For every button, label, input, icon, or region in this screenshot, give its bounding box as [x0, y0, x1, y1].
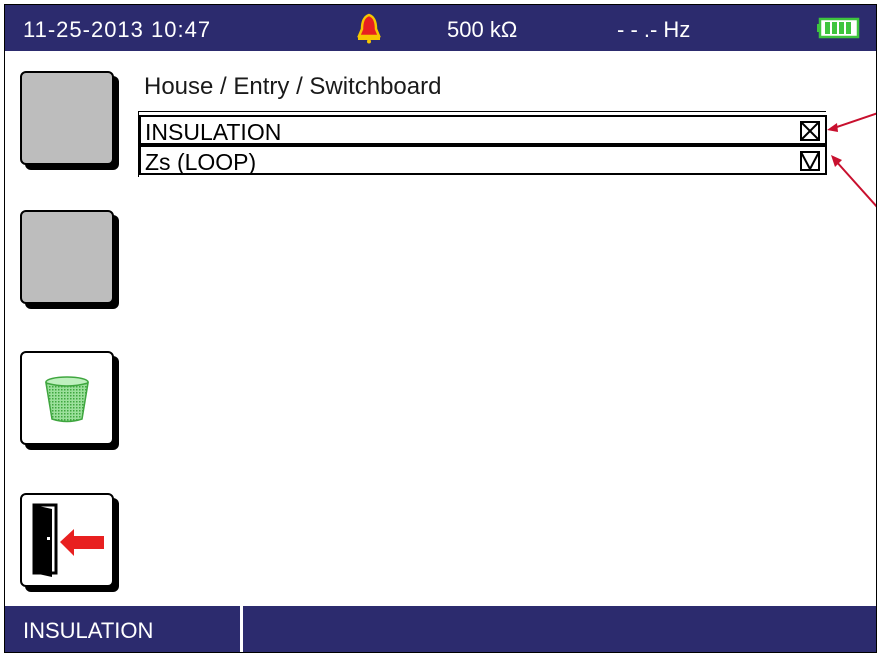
test-row-insulation[interactable]: INSULATION: [139, 115, 827, 145]
test-label: INSULATION: [145, 119, 282, 145]
alarm-bell-icon: [353, 12, 385, 50]
test-label: Zs (LOOP): [145, 149, 257, 175]
voltage-readout: 500 kΩ: [447, 17, 518, 42]
frequency-readout: - - .- Hz: [617, 17, 691, 42]
delete-button[interactable]: [20, 351, 114, 445]
exit-door-icon: [32, 503, 104, 577]
breadcrumb: House / Entry / Switchboard: [144, 73, 442, 100]
exit-button[interactable]: [20, 493, 114, 587]
check-checkbox-icon[interactable]: [800, 150, 820, 177]
bottom-bar: INSULATION: [5, 606, 876, 652]
device-screen: 11-25-2013 10:47 500 kΩ - - .- Hz House …: [4, 4, 877, 653]
status-bar: 11-25-2013 10:47 500 kΩ - - .- Hz: [5, 5, 876, 51]
annotation-arrows: [827, 112, 876, 208]
trash-bin-icon: [45, 376, 89, 423]
x-checkbox-icon[interactable]: [800, 120, 820, 147]
datetime-readout: 11-25-2013 10:47: [23, 17, 212, 42]
blank-button-2[interactable]: [20, 210, 114, 304]
battery-full-icon: [817, 17, 861, 45]
blank-button-1[interactable]: [20, 71, 114, 165]
selected-tab-label[interactable]: INSULATION: [23, 618, 153, 644]
test-row-zs-loop[interactable]: Zs (LOOP): [139, 145, 827, 175]
tab-divider: [240, 606, 243, 652]
